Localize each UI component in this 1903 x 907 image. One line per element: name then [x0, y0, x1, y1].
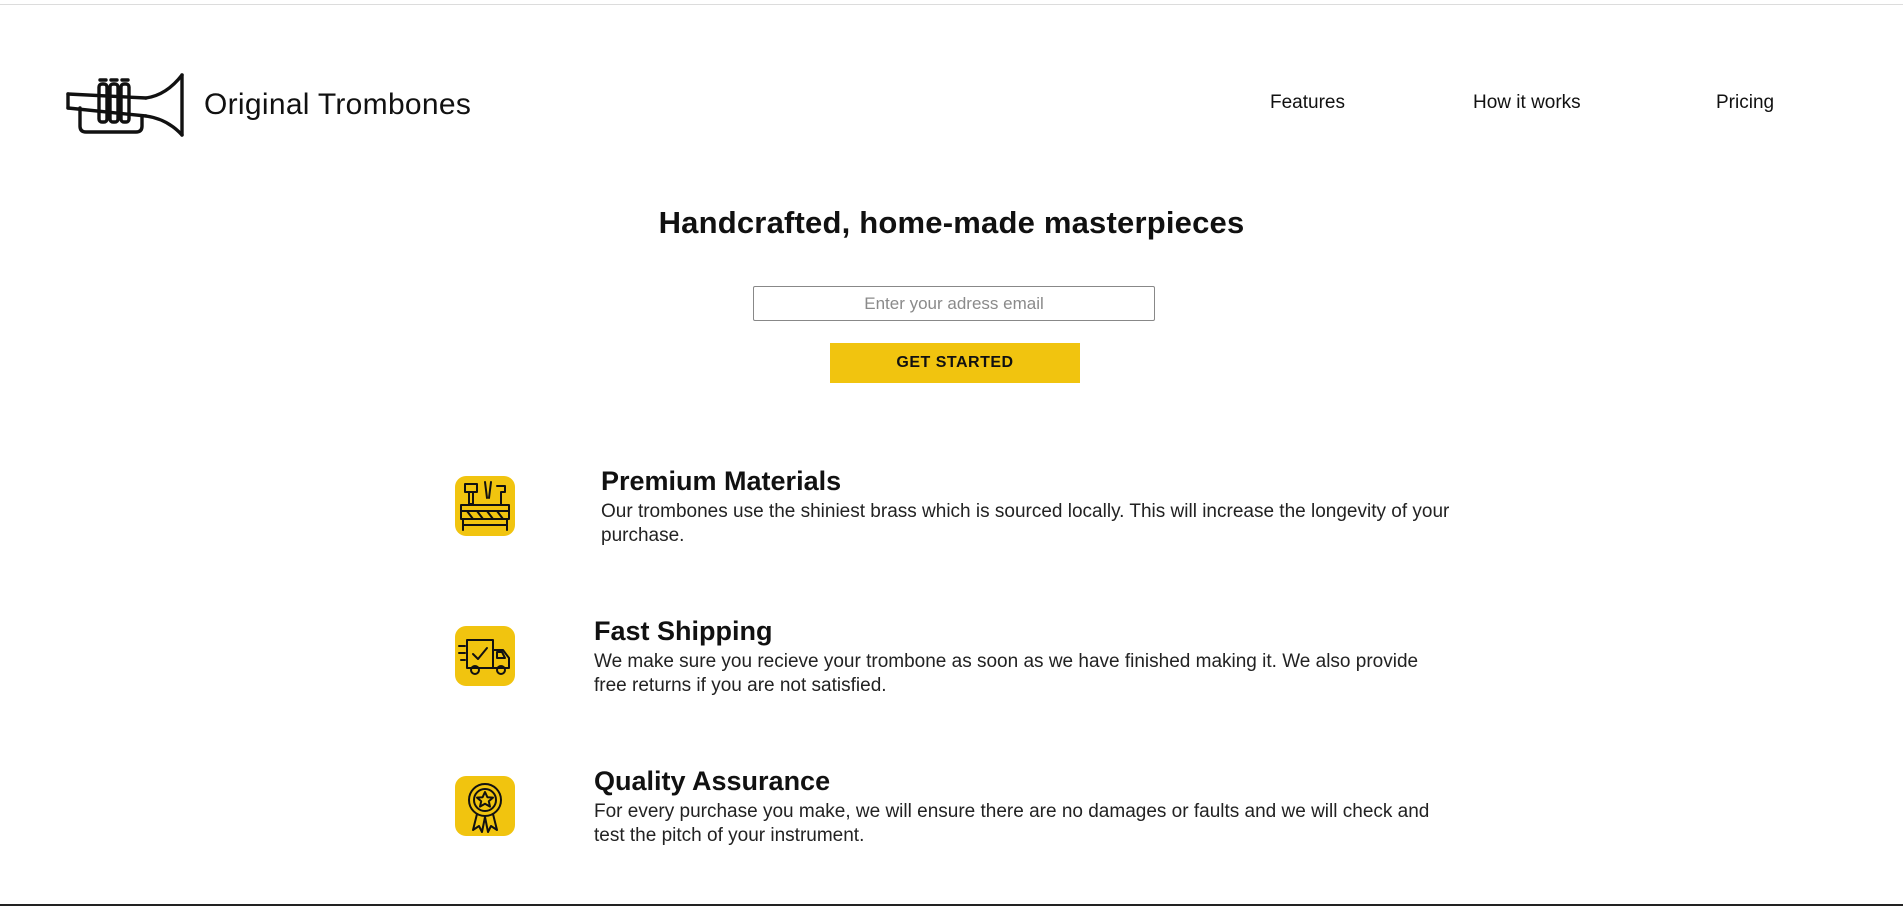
feature-description: For every purchase you make, we will ens… — [594, 801, 1430, 846]
page: Original Trombones Features How it works… — [0, 0, 1903, 907]
nav-link-how-it-works[interactable]: How it works — [1473, 92, 1581, 114]
feature-title: Quality Assurance — [594, 766, 831, 796]
workbench-tools-icon — [455, 476, 515, 536]
nav-link-pricing[interactable]: Pricing — [1716, 92, 1774, 114]
feature-description: We make sure you recieve your trombone a… — [594, 651, 1419, 696]
feature-fast-shipping: Fast Shipping We make sure you recieve y… — [594, 614, 1444, 698]
feature-premium-materials: Premium Materials Our trombones use the … — [601, 464, 1451, 548]
hero-title: Handcrafted, home-made masterpieces — [658, 205, 1245, 240]
brand-name: Original Trombones — [204, 88, 472, 121]
get-started-button[interactable]: GET STARTED — [830, 343, 1080, 383]
award-badge-icon — [455, 776, 515, 836]
trumpet-icon — [64, 72, 186, 138]
feature-title: Fast Shipping — [594, 616, 773, 646]
nav-link-features[interactable]: Features — [1270, 92, 1345, 114]
delivery-truck-icon — [455, 626, 515, 686]
main-nav: Features How it works Pricing — [1230, 92, 1830, 118]
feature-description: Our trombones use the shiniest brass whi… — [601, 501, 1450, 546]
top-divider — [0, 4, 1903, 5]
feature-quality-assurance: Quality Assurance For every purchase you… — [594, 764, 1444, 848]
feature-title: Premium Materials — [601, 466, 842, 496]
bottom-divider — [0, 904, 1903, 906]
logo-link[interactable]: Original Trombones — [64, 72, 471, 138]
email-input[interactable] — [753, 286, 1155, 321]
